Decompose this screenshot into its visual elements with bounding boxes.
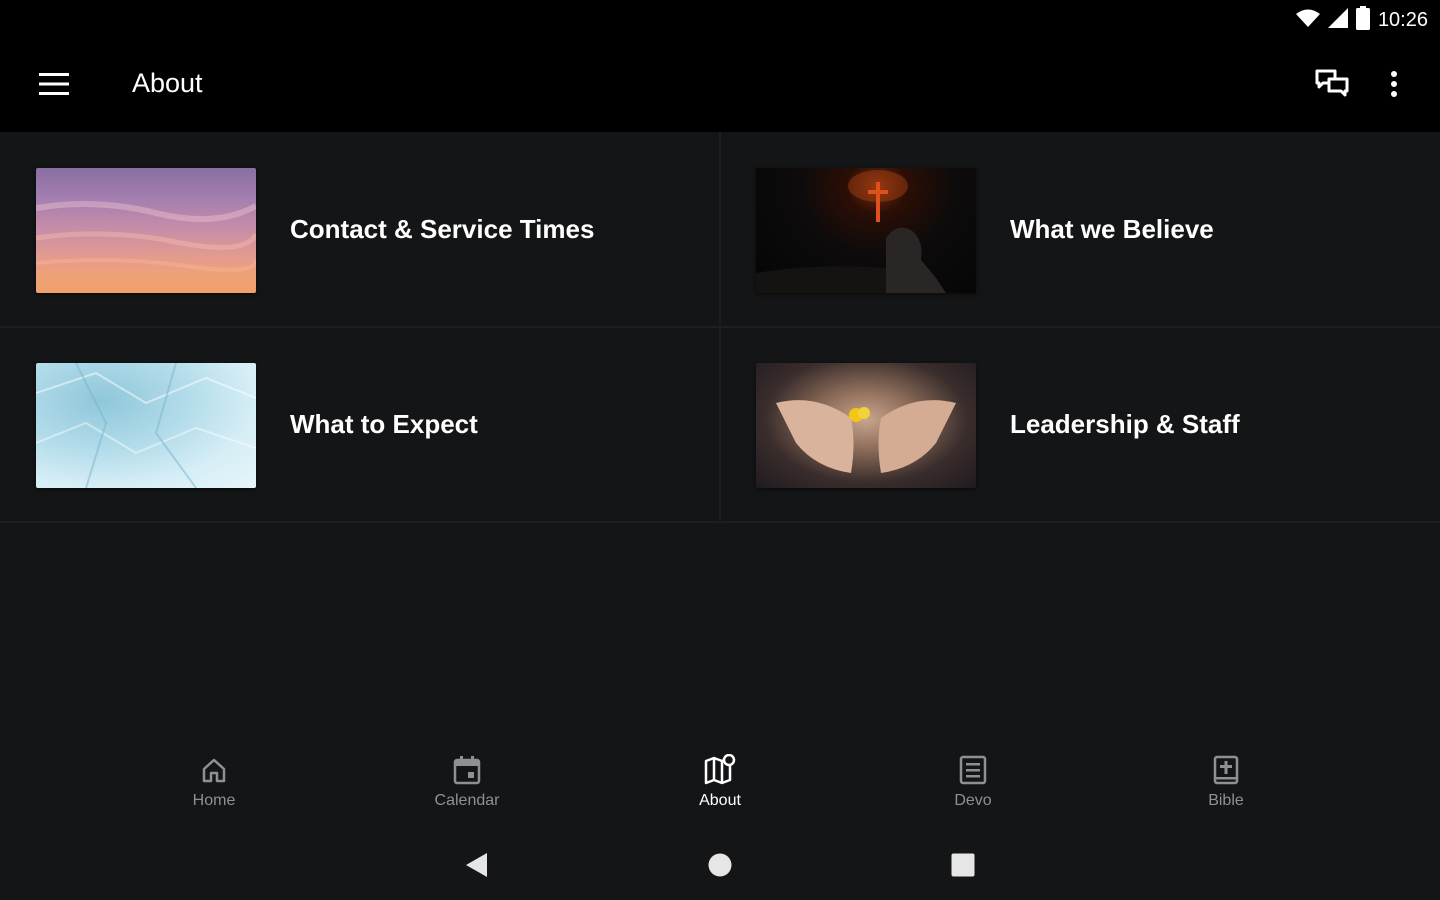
tile-what-to-expect[interactable]: What to Expect (0, 327, 720, 522)
tile-leadership-staff[interactable]: Leadership & Staff (720, 327, 1440, 522)
devo-book-icon (957, 754, 989, 786)
bottom-navigation: Home Calendar About Devo Bible (0, 740, 1440, 832)
nav-label: Devo (954, 792, 992, 809)
page-title: About (132, 68, 203, 98)
tile-contact-service-times[interactable]: Contact & Service Times (0, 132, 720, 327)
nav-label: Calendar (434, 792, 500, 809)
nav-home[interactable]: Home (154, 754, 274, 820)
more-options-button[interactable] (1370, 62, 1418, 110)
nav-label: Home (192, 792, 236, 809)
battery-icon (1355, 5, 1370, 35)
back-button[interactable] (459, 850, 493, 884)
recents-button[interactable] (946, 850, 980, 884)
nav-label: About (699, 792, 741, 809)
bible-icon (1210, 754, 1242, 786)
tile-label: Contact & Service Times (290, 214, 595, 244)
cell-signal-icon (1327, 7, 1348, 33)
wifi-icon (1295, 8, 1320, 33)
tile-label: What we Believe (1010, 214, 1214, 244)
system-navigation-bar (0, 832, 1440, 900)
status-icons: 10:26 (1295, 5, 1428, 35)
nav-label: Bible (1208, 792, 1244, 809)
nav-bible[interactable]: Bible (1166, 754, 1286, 820)
home-circle-icon (707, 852, 733, 883)
tile-label: Leadership & Staff (1010, 409, 1240, 439)
status-bar: 10:26 (0, 0, 1440, 40)
menu-button[interactable] (30, 66, 78, 106)
nav-devo[interactable]: Devo (913, 754, 1033, 820)
about-map-icon (704, 754, 736, 786)
home-system-button[interactable] (703, 850, 737, 884)
tile-label: What to Expect (290, 409, 478, 439)
chat-icon (1315, 69, 1349, 104)
nav-calendar[interactable]: Calendar (407, 754, 527, 820)
more-vert-icon (1390, 70, 1398, 102)
content-area: Contact & Service Times What we Believe (0, 132, 1440, 740)
recents-square-icon (950, 852, 976, 883)
about-grid: Contact & Service Times What we Believe (0, 132, 1440, 523)
grid-divider-bottom (0, 521, 1440, 523)
sunset-sky-image (36, 168, 256, 293)
chat-button[interactable] (1308, 62, 1356, 110)
home-icon (198, 754, 230, 786)
back-icon (463, 851, 489, 884)
cross-worship-image (756, 168, 976, 293)
ice-texture-image (36, 363, 256, 488)
hamburger-menu-icon (39, 72, 69, 100)
app-bar: About (0, 40, 1440, 132)
grid-divider-horizontal (0, 326, 1440, 328)
nav-about[interactable]: About (660, 754, 780, 820)
status-time: 10:26 (1377, 8, 1428, 31)
open-hands-flower-image (756, 363, 976, 488)
tile-what-we-believe[interactable]: What we Believe (720, 132, 1440, 327)
calendar-icon (451, 754, 483, 786)
